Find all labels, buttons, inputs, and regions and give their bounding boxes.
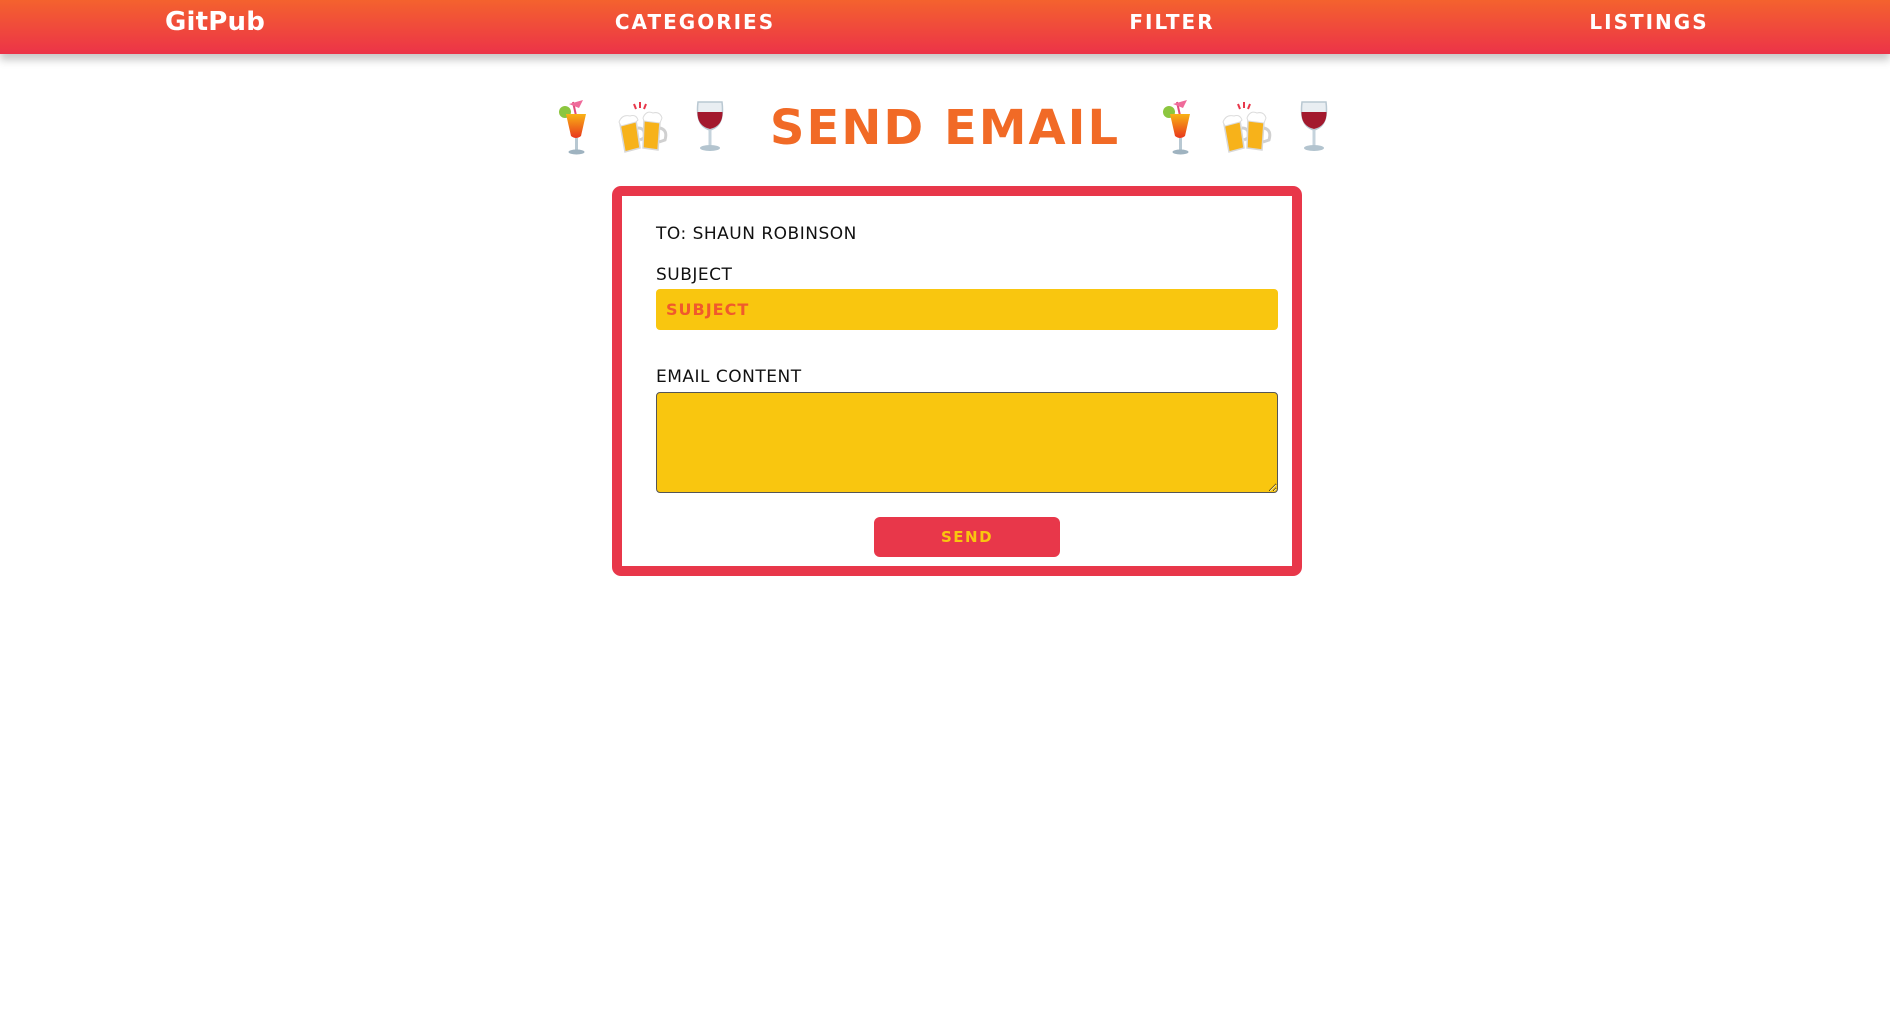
subject-input[interactable] <box>656 289 1278 330</box>
send-button[interactable]: SEND <box>874 517 1060 557</box>
nav-categories-link[interactable]: CATEGORIES <box>615 0 775 44</box>
top-navbar: GitPub CATEGORIES FILTER LISTINGS <box>0 0 1890 54</box>
send-email-form: TO: SHAUN ROBINSON SUBJECT EMAIL CONTENT… <box>612 186 1302 576</box>
nav-filter-link[interactable]: FILTER <box>1129 0 1214 44</box>
wine-glass-icon <box>696 100 723 151</box>
wine-glass-icon <box>1301 100 1328 151</box>
page-title-row: SEND EMAIL <box>0 92 1890 162</box>
clinking-beer-mugs-icon <box>618 101 667 153</box>
brand-logo-link[interactable]: GitPub <box>165 0 265 44</box>
tropical-drink-icon <box>558 99 586 154</box>
page-title: SEND EMAIL <box>769 99 1121 156</box>
subject-label: SUBJECT <box>656 265 733 285</box>
email-content-label: EMAIL CONTENT <box>656 367 802 387</box>
nav-listings-link[interactable]: LISTINGS <box>1589 0 1708 44</box>
email-content-textarea[interactable] <box>656 392 1278 493</box>
tropical-drink-icon <box>1163 99 1191 154</box>
clinking-beer-mugs-icon <box>1222 101 1272 153</box>
recipient-line: TO: SHAUN ROBINSON <box>656 224 857 244</box>
